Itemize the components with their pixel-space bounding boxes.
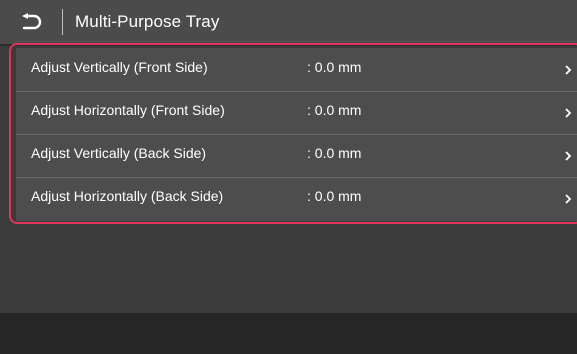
chevron-right-icon	[563, 192, 573, 204]
chevron-right-icon	[563, 106, 573, 118]
list-item-label: Adjust Vertically (Back Side)	[31, 145, 207, 161]
chevron-right-icon	[563, 63, 573, 75]
title-divider	[62, 9, 63, 35]
list-item-adjust-vertically-front[interactable]: Adjust Vertically (Front Side) : 0.0 mm	[16, 48, 577, 91]
settings-list: Adjust Vertically (Front Side) : 0.0 mm …	[16, 48, 577, 221]
list-item-value: : 0.0 mm	[307, 59, 362, 75]
list-item-adjust-vertically-back[interactable]: Adjust Vertically (Back Side) : 0.0 mm	[16, 134, 577, 177]
back-button[interactable]	[0, 0, 62, 44]
list-item-label: Adjust Horizontally (Front Side)	[31, 102, 225, 118]
list-item-adjust-horizontally-back[interactable]: Adjust Horizontally (Back Side) : 0.0 mm	[16, 177, 577, 220]
bottom-bar	[0, 313, 577, 354]
list-item-value: : 0.0 mm	[307, 188, 362, 204]
title-bar: Multi-Purpose Tray	[0, 0, 577, 44]
title-separator	[0, 44, 577, 46]
back-arrow-icon	[19, 13, 43, 31]
list-item-adjust-horizontally-front[interactable]: Adjust Horizontally (Front Side) : 0.0 m…	[16, 91, 577, 134]
list-item-value: : 0.0 mm	[307, 145, 362, 161]
list-item-label: Adjust Vertically (Front Side)	[31, 59, 208, 75]
chevron-right-icon	[563, 149, 573, 161]
list-item-value: : 0.0 mm	[307, 102, 362, 118]
list-item-label: Adjust Horizontally (Back Side)	[31, 188, 224, 204]
page-title: Multi-Purpose Tray	[75, 12, 220, 31]
touch-panel-screen: Multi-Purpose Tray Adjust Vertically (Fr…	[0, 0, 577, 354]
